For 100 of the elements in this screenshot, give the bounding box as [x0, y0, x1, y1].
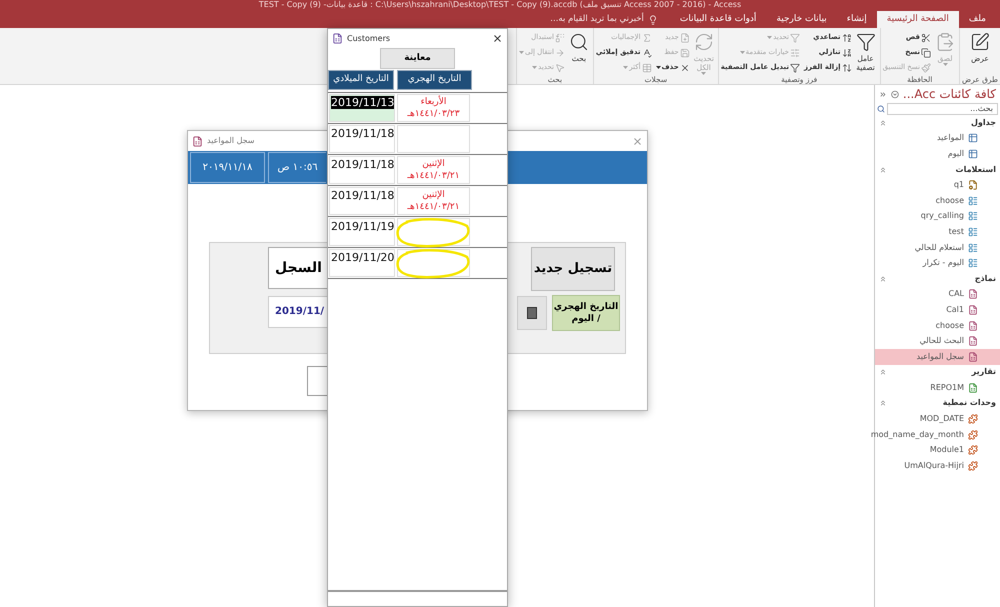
- nav-item[interactable]: REPO1M: [875, 380, 1000, 396]
- nav-item[interactable]: Module1: [875, 442, 1000, 458]
- search-icon: [877, 105, 885, 113]
- column-header: التاريخ الهجري: [397, 70, 472, 90]
- nav-group-header[interactable]: جداول: [875, 115, 1000, 131]
- search-field[interactable]: بحث...: [887, 103, 998, 115]
- new-record-button[interactable]: تسجيل جديد: [531, 247, 615, 291]
- date-cell: 2019/11/18: [329, 125, 395, 153]
- ribbon-tab[interactable]: بيانات خارجية: [766, 11, 837, 28]
- caret-icon: [942, 63, 948, 66]
- ribbon-tab[interactable]: إنشاء: [836, 11, 877, 28]
- nav-item[interactable]: q1: [875, 177, 1000, 193]
- ribbon-tab[interactable]: الصفحة الرئيسية: [876, 11, 959, 28]
- table-icon: [968, 148, 978, 159]
- date-cell: 2019/11/20: [329, 249, 395, 277]
- caret-icon: [623, 66, 628, 69]
- close-icon[interactable]: [492, 33, 503, 44]
- nav-item[interactable]: MOD_DATE: [875, 411, 1000, 427]
- preview-button[interactable]: معاينة: [380, 48, 455, 69]
- date-field[interactable]: 2019/11/: [268, 296, 328, 328]
- form-icon: [968, 320, 978, 331]
- form-icon: [968, 304, 978, 315]
- collapse-icon[interactable]: [879, 90, 887, 98]
- form-icon: [968, 336, 978, 346]
- nav-group-header[interactable]: وحدات نمطية: [875, 396, 1000, 412]
- query-icon: [968, 196, 978, 206]
- copy-icon: [921, 48, 931, 58]
- query-icon: [968, 242, 978, 253]
- spell-check-icon: [642, 48, 652, 58]
- close-icon: [680, 62, 690, 72]
- window-title: سجل المواعيد: [207, 135, 254, 147]
- nav-item[interactable]: test: [875, 224, 1000, 240]
- date-cell: 2019/11/19: [329, 218, 395, 246]
- date-cell: 2019/11/13: [329, 94, 395, 122]
- form-button[interactable]: [307, 366, 327, 396]
- pencil-icon: [970, 32, 990, 52]
- caret-icon: [740, 51, 745, 54]
- report-icon: [968, 382, 978, 393]
- sigma-icon: [642, 32, 652, 42]
- nav-item[interactable]: البحث للحالي: [875, 333, 1000, 349]
- nav-group-header[interactable]: تقارير: [875, 364, 1000, 380]
- module-icon: [968, 414, 978, 424]
- dropdown-icon[interactable]: [890, 90, 899, 98]
- scissors-icon: [921, 32, 931, 42]
- date-cell: 2019/11/18: [329, 187, 395, 215]
- sort-descending-icon: [842, 48, 852, 58]
- hijri-date-button[interactable]: التاريخ الهجري / اليوم: [552, 295, 620, 331]
- window-title: Customers: [347, 32, 390, 44]
- save-icon: [680, 48, 690, 58]
- caret-icon: [767, 36, 772, 39]
- nav-item[interactable]: Cal1: [875, 302, 1000, 318]
- nav-item[interactable]: qry_calling: [875, 208, 1000, 224]
- caret-icon: [701, 72, 706, 75]
- module-icon: [968, 445, 978, 456]
- sort-ascending-icon: [842, 32, 852, 42]
- nav-item[interactable]: CAL: [875, 286, 1000, 302]
- calendar-icon[interactable]: [517, 296, 547, 330]
- table-icon: [642, 62, 652, 72]
- lightbulb-icon: [648, 14, 658, 24]
- paintbrush-icon: [921, 62, 931, 72]
- search-icon: [568, 32, 589, 52]
- form-icon: [968, 352, 978, 362]
- hijri-cell: الإثنين ١٤٤١/٠٣/٢١هـ: [397, 156, 470, 184]
- nav-item[interactable]: المواعيد: [875, 130, 1000, 146]
- nav-item[interactable]: choose: [875, 318, 1000, 334]
- sliders-icon: [790, 48, 800, 58]
- query-icon: [968, 226, 978, 237]
- query-icon: [968, 258, 978, 268]
- refresh-icon: [694, 32, 714, 52]
- form-icon: [968, 289, 978, 300]
- nav-item[interactable]: choose: [875, 192, 1000, 209]
- caret-icon: [519, 51, 524, 54]
- record-button[interactable]: السجل: [268, 247, 328, 289]
- filter-icon: [790, 32, 800, 42]
- form-icon: [332, 33, 343, 44]
- pointer-icon: [554, 62, 565, 72]
- module-icon: [968, 460, 978, 471]
- nav-item[interactable]: اليوم: [875, 146, 1000, 162]
- arrow-right-icon: [554, 48, 565, 58]
- ribbon-tab[interactable]: أدوات قاعدة البيانات: [670, 11, 766, 28]
- nav-item[interactable]: UmAlQura-Hijri: [875, 458, 1000, 474]
- tell-me-button[interactable]: أخبرني بما تريد القيام به...: [538, 11, 670, 28]
- filter-icon: [790, 62, 800, 72]
- caret-icon: [532, 66, 538, 69]
- nav-group-header[interactable]: استعلامات: [875, 162, 1000, 178]
- hijri-cell: الإثنين ١٤٤١/٠٣/٢١هـ: [397, 187, 470, 215]
- form-icon: [192, 136, 203, 146]
- table-icon: [968, 133, 978, 144]
- nav-item[interactable]: استعلام للحالي: [875, 240, 1000, 256]
- nav-group-header[interactable]: نماذج: [875, 270, 1000, 287]
- filter-icon: [856, 32, 876, 52]
- date-display: ٢٠١٩/١١/١٨: [190, 152, 265, 183]
- ribbon-tab[interactable]: ملف: [958, 11, 996, 28]
- caret-icon: [656, 66, 661, 69]
- sort-arrows-icon: [842, 62, 852, 72]
- time-display: ١٠:٥٦ ص: [268, 152, 326, 183]
- date-cell: 2019/11/18: [329, 156, 395, 184]
- nav-item[interactable]: اليوم - تكرار: [875, 255, 1000, 271]
- nav-item[interactable]: سجل المواعيد: [875, 348, 1000, 364]
- nav-pane-title: كافة كائنات Acc...: [902, 86, 996, 103]
